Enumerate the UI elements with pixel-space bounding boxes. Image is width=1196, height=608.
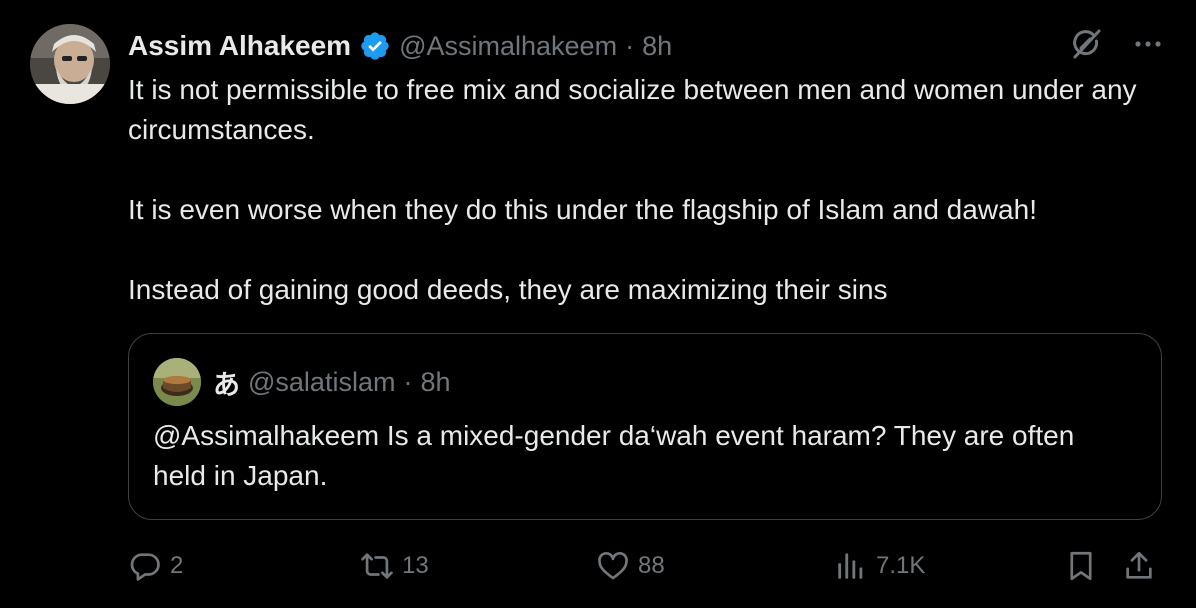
repost-icon	[361, 553, 393, 579]
separator-dot: ·	[625, 30, 635, 61]
bookmark-button[interactable]	[1064, 544, 1098, 588]
tweet-top-actions	[1068, 26, 1166, 62]
quoted-tweet[interactable]: あ @salatislam · 8h @Assimalhakeem Is a m…	[128, 333, 1162, 520]
quoted-name: あ	[213, 369, 240, 401]
reply-button[interactable]: 2	[128, 544, 183, 588]
quoted-text: @Assimalhakeem Is a mixed-gender da‘wah …	[153, 420, 1075, 491]
quoted-time: 8h	[420, 366, 451, 397]
author-name[interactable]: Assim Alhakeem	[128, 30, 351, 62]
repost-button[interactable]: 13	[360, 544, 429, 588]
tweet: Assim Alhakeem @Assimalhakeem · 8h It is…	[0, 0, 1196, 608]
author-handle[interactable]: @Assimalhakeem	[399, 31, 617, 62]
tweet-paragraph-1: It is not permissible to free mix and so…	[128, 74, 1137, 145]
share-icon	[1126, 551, 1152, 579]
quoted-handle: @salatislam	[248, 366, 396, 397]
tweet-paragraph-3: Instead of gaining good deeds, they are …	[128, 274, 888, 305]
reply-count: 2	[170, 552, 184, 579]
verified-badge-icon	[359, 30, 391, 62]
author-avatar[interactable]	[30, 24, 110, 104]
action-bar: 2 13 88 7.1K	[128, 544, 1168, 588]
views-icon	[838, 553, 863, 579]
quoted-header: あ @salatislam · 8h	[213, 362, 451, 402]
share-button[interactable]	[1122, 544, 1156, 588]
tweet-text: It is not permissible to free mix and so…	[128, 70, 1168, 310]
reply-icon	[130, 553, 160, 581]
bookmark-icon	[1070, 551, 1092, 581]
views-button[interactable]: 7.1K	[834, 544, 925, 588]
quoted-avatar	[153, 358, 201, 406]
grok-icon[interactable]	[1068, 26, 1104, 62]
view-count: 7.1K	[876, 552, 926, 579]
separator-dot: ·	[403, 366, 413, 397]
like-icon	[598, 552, 628, 580]
more-icon[interactable]	[1130, 26, 1166, 62]
like-button[interactable]: 88	[596, 544, 665, 588]
like-count: 88	[638, 552, 665, 579]
tweet-header: Assim Alhakeem @Assimalhakeem · 8h	[128, 26, 672, 66]
tweet-paragraph-2: It is even worse when they do this under…	[128, 194, 1037, 225]
repost-count: 13	[402, 552, 429, 579]
tweet-time[interactable]: 8h	[642, 31, 672, 62]
